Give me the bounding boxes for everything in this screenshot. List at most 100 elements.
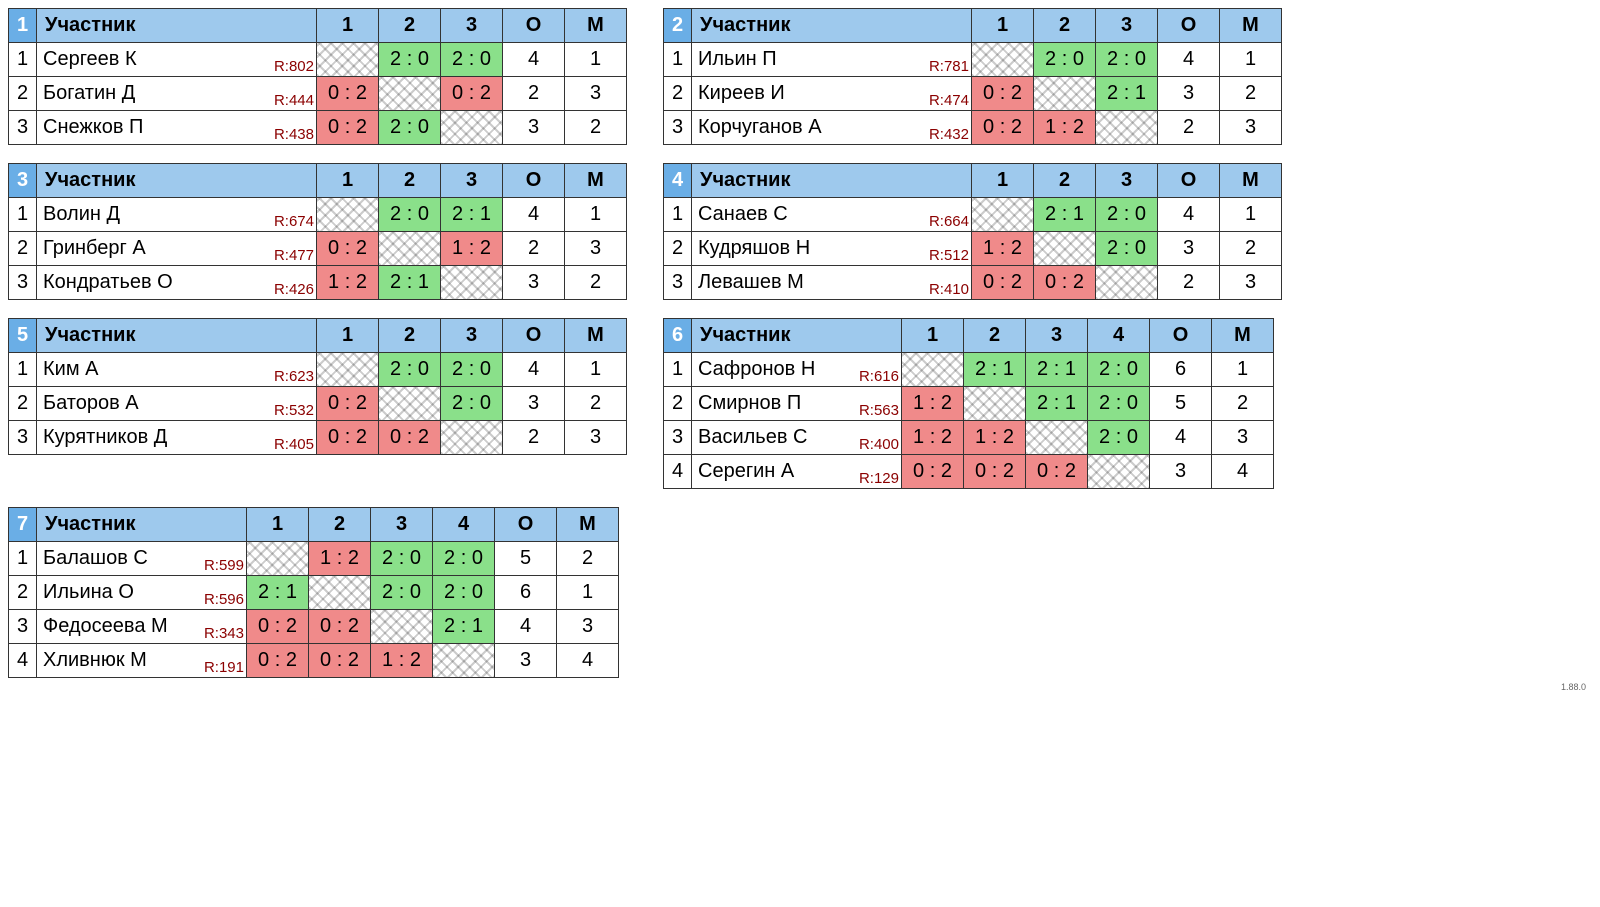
score-cell-win: 2 : 0 <box>1096 43 1158 77</box>
player-rating: R:563 <box>859 402 899 419</box>
player-name: Серегин А <box>698 460 794 483</box>
version-label: 1.88.0 <box>8 682 1592 692</box>
group-number: 6 <box>664 319 692 353</box>
points-cell: 2 <box>1158 111 1220 145</box>
score-cell-win: 2 : 0 <box>433 542 495 576</box>
score-cell-lose: 1 : 2 <box>317 266 379 300</box>
place-cell: 3 <box>1212 421 1274 455</box>
score-cell-lose: 0 : 2 <box>247 644 309 678</box>
score-cell-win: 2 : 0 <box>1088 387 1150 421</box>
table-row: 2Гринберг АR:4770 : 21 : 223 <box>9 232 627 266</box>
score-cell-win: 2 : 0 <box>441 43 503 77</box>
self-cell <box>379 387 441 421</box>
score-cell-lose: 0 : 2 <box>317 77 379 111</box>
row-number: 2 <box>9 576 37 610</box>
score-cell-lose: 0 : 2 <box>964 455 1026 489</box>
player-rating: R:432 <box>929 126 969 143</box>
score-cell-lose: 0 : 2 <box>309 610 371 644</box>
round-header: 2 <box>1034 9 1096 43</box>
player-cell: Васильев СR:400 <box>692 421 902 455</box>
player-name: Балашов С <box>43 547 148 570</box>
participant-header: Участник <box>37 319 317 353</box>
row-number: 3 <box>664 111 692 145</box>
player-cell: Санаев СR:664 <box>692 198 972 232</box>
self-cell <box>317 198 379 232</box>
self-cell <box>1026 421 1088 455</box>
player-name: Снежков П <box>43 116 143 139</box>
player-rating: R:343 <box>204 625 244 642</box>
table-row: 1Ким АR:6232 : 02 : 041 <box>9 353 627 387</box>
points-cell: 6 <box>495 576 557 610</box>
self-cell <box>317 353 379 387</box>
table-row: 3Корчуганов АR:4320 : 21 : 223 <box>664 111 1282 145</box>
points-cell: 6 <box>1150 353 1212 387</box>
player-cell: Снежков ПR:438 <box>37 111 317 145</box>
self-cell <box>379 232 441 266</box>
score-cell-lose: 0 : 2 <box>972 266 1034 300</box>
score-cell-lose: 1 : 2 <box>309 542 371 576</box>
row-number: 3 <box>9 266 37 300</box>
table-row: 4Серегин АR:1290 : 20 : 20 : 234 <box>664 455 1274 489</box>
place-cell: 2 <box>557 542 619 576</box>
player-name: Санаев С <box>698 203 788 226</box>
table-row: 1Санаев СR:6642 : 12 : 041 <box>664 198 1282 232</box>
place-header: М <box>1220 164 1282 198</box>
score-cell-win: 2 : 0 <box>441 353 503 387</box>
score-cell-lose: 0 : 2 <box>1034 266 1096 300</box>
place-header: М <box>1212 319 1274 353</box>
round-header: 3 <box>1096 9 1158 43</box>
player-cell: Сергеев КR:802 <box>37 43 317 77</box>
player-rating: R:444 <box>274 92 314 109</box>
round-header: 3 <box>371 508 433 542</box>
player-rating: R:623 <box>274 368 314 385</box>
player-name: Федосеева М <box>43 615 168 638</box>
place-cell: 1 <box>565 43 627 77</box>
points-cell: 4 <box>495 610 557 644</box>
place-cell: 2 <box>1212 387 1274 421</box>
place-cell: 1 <box>1220 43 1282 77</box>
table-row: 4Хливнюк МR:1910 : 20 : 21 : 234 <box>9 644 619 678</box>
player-rating: R:781 <box>929 58 969 75</box>
points-cell: 3 <box>503 111 565 145</box>
player-name: Богатин Д <box>43 82 135 105</box>
player-rating: R:405 <box>274 436 314 453</box>
self-cell <box>247 542 309 576</box>
group-table: 1Участник123ОМ1Сергеев КR:8022 : 02 : 04… <box>8 8 627 145</box>
place-cell: 1 <box>557 576 619 610</box>
round-header: 2 <box>1034 164 1096 198</box>
row-number: 3 <box>9 111 37 145</box>
self-cell <box>441 421 503 455</box>
self-cell <box>1034 232 1096 266</box>
score-cell-lose: 0 : 2 <box>1026 455 1088 489</box>
score-cell-lose: 1 : 2 <box>371 644 433 678</box>
row-number: 1 <box>9 353 37 387</box>
player-rating: R:599 <box>204 557 244 574</box>
player-name: Курятников Д <box>43 426 167 449</box>
self-cell <box>317 43 379 77</box>
table-row: 3Курятников ДR:4050 : 20 : 223 <box>9 421 627 455</box>
table-row: 1Балашов СR:5991 : 22 : 02 : 052 <box>9 542 619 576</box>
self-cell <box>1096 266 1158 300</box>
score-cell-win: 2 : 0 <box>441 387 503 421</box>
group-number: 2 <box>664 9 692 43</box>
round-header: 3 <box>441 9 503 43</box>
group-table: 2Участник123ОМ1Ильин ПR:7812 : 02 : 0412… <box>663 8 1282 145</box>
points-header: О <box>1150 319 1212 353</box>
group-number: 5 <box>9 319 37 353</box>
table-row: 2Смирнов ПR:5631 : 22 : 12 : 052 <box>664 387 1274 421</box>
group-table: 5Участник123ОМ1Ким АR:6232 : 02 : 0412Ба… <box>8 318 627 455</box>
player-name: Баторов А <box>43 392 139 415</box>
score-cell-win: 2 : 0 <box>1088 353 1150 387</box>
score-cell-lose: 1 : 2 <box>441 232 503 266</box>
table-row: 2Ильина ОR:5962 : 12 : 02 : 061 <box>9 576 619 610</box>
score-cell-win: 2 : 0 <box>371 542 433 576</box>
self-cell <box>1096 111 1158 145</box>
place-cell: 3 <box>565 77 627 111</box>
table-row: 3Кондратьев ОR:4261 : 22 : 132 <box>9 266 627 300</box>
score-cell-lose: 1 : 2 <box>972 232 1034 266</box>
participant-header: Участник <box>37 164 317 198</box>
row-number: 4 <box>9 644 37 678</box>
table-row: 1Сергеев КR:8022 : 02 : 041 <box>9 43 627 77</box>
participant-header: Участник <box>692 319 902 353</box>
player-name: Ким А <box>43 358 98 381</box>
